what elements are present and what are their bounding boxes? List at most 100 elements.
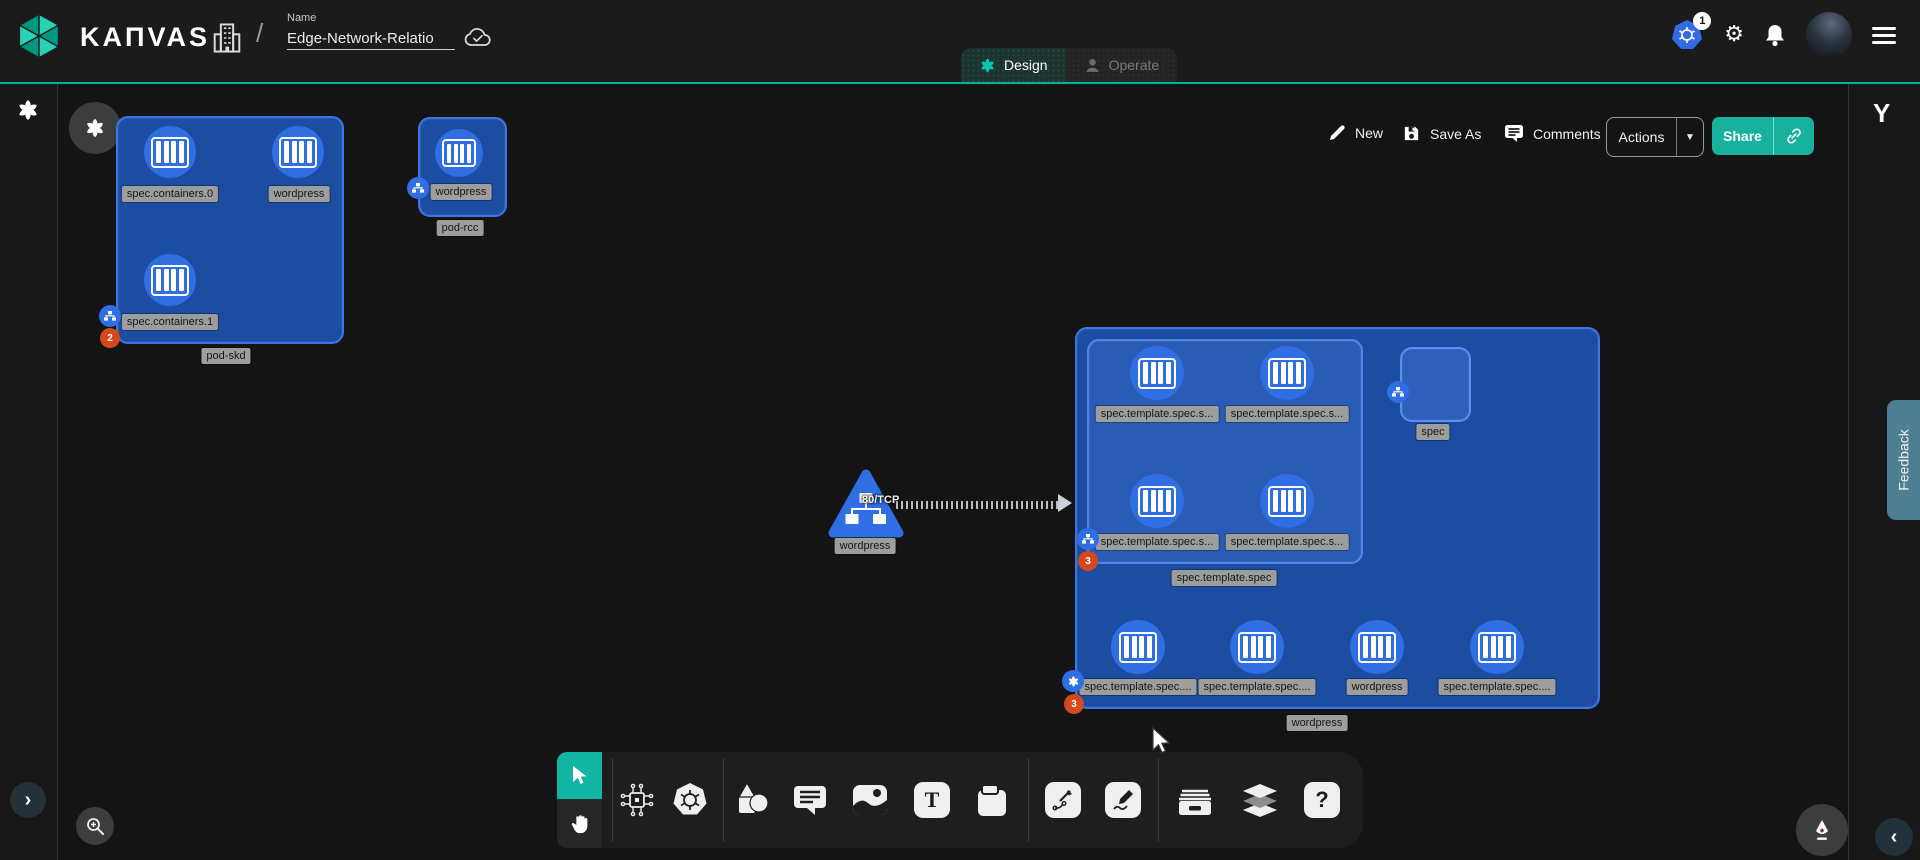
node-shape-tool-button[interactable] [974,782,1012,818]
help-tool-button[interactable]: ? [1304,782,1340,818]
group-spec-template-spec[interactable] [1087,339,1363,564]
design-name-label: Name [287,12,316,24]
group-count-badge[interactable]: 3 [1064,694,1084,714]
group-count-badge[interactable]: 2 [100,328,120,348]
archive-tool-button[interactable] [1175,782,1215,818]
comment-icon [1504,124,1524,143]
container-icon [1478,632,1516,663]
bottom-toolbar: T [557,752,1363,848]
pod-group-icon[interactable] [1077,528,1099,550]
node-label: spec.template.spec.... [1439,679,1556,695]
share-split-button[interactable]: Share [1712,117,1814,155]
shapes-icon [732,781,772,819]
node-extra-0[interactable] [1111,620,1165,674]
node-label: wordpress [431,184,492,200]
container-icon [1138,486,1176,517]
feedback-tab[interactable]: Feedback [1887,400,1920,520]
cursor-arrow-icon [570,765,590,787]
node-wordpress-pod-skd[interactable] [272,126,324,178]
zoom-search-button[interactable] [76,807,114,845]
save-icon [1402,124,1421,143]
cloud-saved-icon [463,25,493,51]
layers-tool-button[interactable] [1239,781,1281,819]
container-icon [1358,632,1396,663]
user-avatar[interactable] [1806,12,1852,58]
edge-arrowhead-icon [1058,494,1072,512]
comments-label: Comments [1533,126,1601,142]
kanvas-logo-icon[interactable] [16,13,62,59]
node-template-container-1[interactable] [1260,346,1314,400]
hamburger-menu-icon[interactable] [1872,27,1896,44]
pod-group-icon[interactable] [407,177,429,199]
settings-gear-icon[interactable]: ⚙ [1724,24,1744,46]
right-rail: Y ‹ Feedback [1848,84,1920,860]
container-icon [151,137,189,168]
layers-icon [1239,781,1281,819]
feedback-label: Feedback [1896,429,1912,490]
tab-design[interactable]: Design [961,48,1066,82]
image-tool-button[interactable] [850,782,890,818]
comments-button[interactable]: Comments [1504,124,1601,143]
notifications-bell-icon[interactable] [1764,23,1786,47]
pan-tool-button[interactable] [557,799,602,848]
toolbar-divider [723,758,724,842]
save-as-button[interactable]: Save As [1402,124,1481,143]
design-name-input[interactable] [287,28,455,50]
tab-design-label: Design [1004,57,1048,73]
node-spec[interactable] [1400,347,1471,422]
node-extra-3[interactable] [1470,620,1524,674]
node-extra-1[interactable] [1230,620,1284,674]
actions-caret-icon[interactable]: ▼ [1677,132,1703,143]
kubernetes-context-button[interactable]: 1 [1670,18,1704,52]
toolbar-divider [1158,758,1159,842]
copy-link-button[interactable] [1774,127,1814,145]
organization-icon[interactable] [212,22,242,54]
hand-icon [569,812,591,836]
node-extra-wordpress[interactable] [1350,620,1404,674]
actions-split-button[interactable]: Actions ▼ [1606,117,1704,157]
chevron-left-icon: ‹ [1891,827,1898,847]
collapse-panel-button[interactable]: ‹ [1875,818,1913,856]
pod-group-icon[interactable] [99,305,121,327]
new-label: New [1355,125,1383,141]
node-label: spec.containers.1 [122,314,218,330]
pencil-icon [1328,124,1346,142]
comment-icon [791,782,829,818]
node-wordpress-pod-rcc[interactable] [435,129,483,177]
node-label: spec.template.spec.s... [1096,406,1219,422]
components-tool-button[interactable] [618,781,656,819]
container-icon [1268,358,1306,389]
pen-tool-button[interactable] [1796,804,1848,856]
expand-panel-button[interactable]: › [10,782,46,818]
new-button[interactable]: New [1328,124,1383,142]
select-tool-button[interactable] [557,752,602,799]
text-tool-button[interactable]: T [914,782,950,818]
node-template-container-3[interactable] [1260,474,1314,528]
pod-group-icon[interactable] [1387,381,1409,403]
freehand-draw-tool-button[interactable] [1105,782,1141,818]
toolbar-divider [612,758,613,842]
group-count-badge[interactable]: 3 [1078,551,1098,571]
node-spec-containers-1[interactable] [144,254,196,306]
node-label: spec.template.spec.... [1199,679,1316,695]
kanvas-logo-text[interactable]: KAΠVAS [80,22,210,53]
node-spec-containers-0[interactable] [144,126,196,178]
header-right-icons: 1 ⚙ [1670,0,1896,70]
rail-logo[interactable]: Y [1873,98,1890,129]
node-label: spec.template.spec.... [1080,679,1197,695]
shapes-tool-button[interactable] [732,781,772,819]
node-label: spec.template.spec.s... [1096,534,1219,550]
meshery-spiral-icon[interactable] [16,98,40,122]
app-header: KAΠVAS / Name Design [0,0,1920,84]
deployment-group-icon[interactable] [1062,670,1084,692]
node-template-container-0[interactable] [1130,346,1184,400]
canvas-context-button[interactable] [69,102,121,154]
tab-operate[interactable]: Operate [1066,48,1178,82]
comment-tool-button[interactable] [791,782,829,818]
actions-label: Actions [1607,129,1676,145]
mode-tabbar: Design Operate [961,48,1177,82]
node-template-container-2[interactable] [1130,474,1184,528]
kubernetes-tool-button[interactable] [670,780,710,820]
bezier-pen-tool-button[interactable] [1045,782,1081,818]
service-edge[interactable] [896,501,1064,509]
